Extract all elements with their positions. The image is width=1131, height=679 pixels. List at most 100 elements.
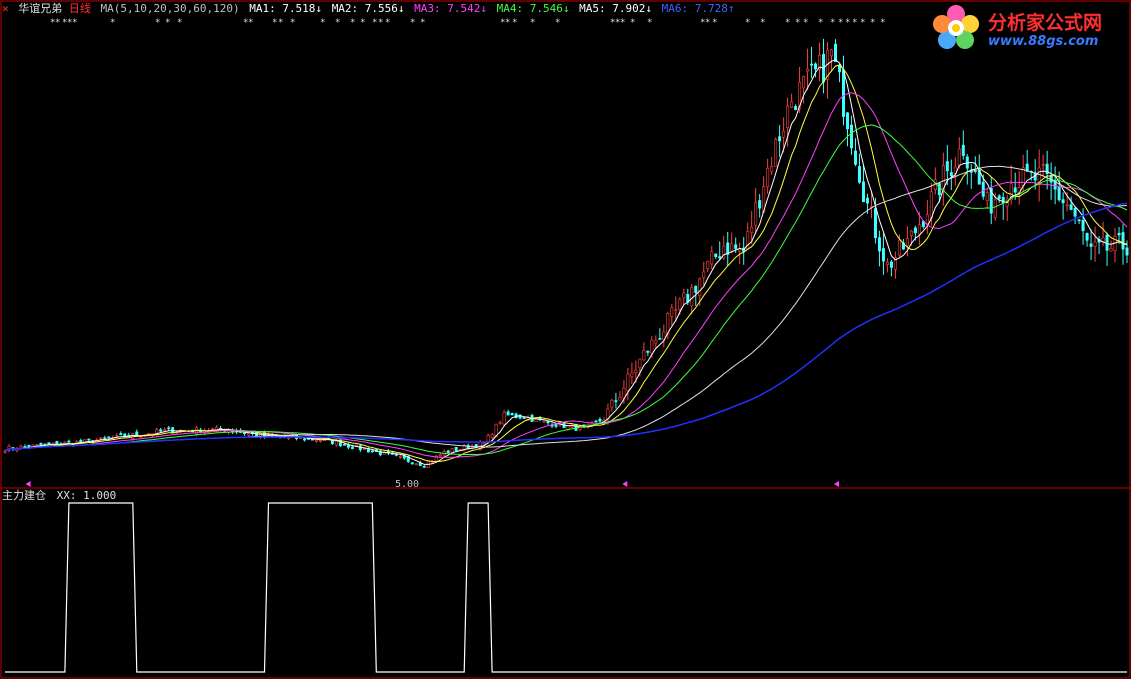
candle-body [79, 439, 83, 443]
candle-body [646, 350, 650, 353]
candle-body [730, 243, 734, 252]
candle-body [674, 309, 678, 311]
candle-body [510, 412, 514, 416]
candle-body [1069, 204, 1073, 210]
candle-body [853, 150, 857, 165]
signal-star: * [410, 18, 415, 28]
ma6-value: MA6: 7.728↑ [661, 2, 735, 15]
candle-body [119, 433, 123, 436]
candle-body [961, 144, 965, 156]
candle-body [658, 338, 662, 340]
candle-body [99, 437, 103, 439]
candle-body [810, 63, 814, 66]
candle-body [446, 450, 450, 454]
candle-body [1061, 199, 1065, 204]
candle-body [1041, 164, 1045, 166]
candle-body [638, 358, 642, 369]
close-icon[interactable]: ✕ [2, 2, 9, 15]
candle-body [438, 454, 442, 457]
candle-body [981, 181, 985, 197]
candle-body [370, 450, 374, 453]
signal-star: * [155, 18, 160, 28]
candle-body [881, 248, 885, 262]
candle-body [83, 439, 87, 443]
signal-star: * [818, 18, 823, 28]
candle-body [913, 227, 917, 234]
candle-body [334, 440, 338, 446]
candle-body [498, 422, 502, 424]
candle-body [758, 200, 762, 209]
signal-star: * [177, 18, 182, 28]
candle-body [997, 195, 1001, 199]
candle-body [1065, 204, 1069, 207]
candle-body [885, 261, 889, 265]
candle-body [410, 462, 414, 465]
ma4-value: MA4: 7.546↓ [496, 2, 570, 15]
signal-star: * [830, 18, 835, 28]
candle-body [1117, 232, 1121, 236]
signal-star: * [272, 18, 277, 28]
candle-body [929, 191, 933, 219]
candle-body [670, 307, 674, 317]
candle-body [802, 76, 806, 89]
candle-body [626, 373, 630, 391]
period-label: 日线 [68, 2, 91, 15]
low-price-label: 5.00 [395, 479, 419, 490]
candle-body [502, 412, 506, 425]
candle-body [845, 112, 849, 130]
candle-body [522, 417, 526, 419]
signal-star: * [165, 18, 170, 28]
candle-body [857, 166, 861, 183]
candle-body [642, 350, 646, 361]
site-logo: 分析家公式网 www.88gs.com [930, 2, 1126, 54]
signal-star: * [505, 18, 510, 28]
candle-body [754, 202, 758, 226]
candle-body [1125, 247, 1129, 256]
candle-body [698, 278, 702, 296]
signal-star: * [378, 18, 383, 28]
candle-body [690, 286, 694, 307]
signal-star: * [647, 18, 652, 28]
stock-name: 华谊兄弟 [18, 2, 63, 15]
ma-params: MA(5,10,20,30,60,120) [100, 2, 240, 15]
flower-logo-icon [933, 5, 979, 49]
ma5-line [4, 165, 1128, 452]
signal-star: * [530, 18, 535, 28]
signal-star: * [385, 18, 390, 28]
signal-star: * [852, 18, 857, 28]
logo-url: www.88gs.com [988, 34, 1099, 49]
candle-body [694, 285, 698, 293]
logo-title: 分析家公式网 [988, 12, 1103, 34]
signal-star: * [845, 18, 850, 28]
candle-body [163, 429, 167, 432]
signal-star: * [555, 18, 560, 28]
candle-body [87, 438, 91, 441]
candle-body [107, 436, 111, 439]
signal-star: * [630, 18, 635, 28]
candle-body [1057, 187, 1061, 201]
candle-body [778, 136, 782, 142]
candle-body [318, 439, 322, 442]
signal-star: * [745, 18, 750, 28]
candle-body [830, 49, 834, 57]
candle-body [650, 339, 654, 354]
candle-body [766, 167, 770, 187]
ma-lines-group [4, 59, 1128, 465]
candle-body [506, 411, 510, 416]
ma3-value: MA3: 7.542↓ [414, 2, 488, 15]
candle-body [614, 400, 618, 402]
candle-body [925, 214, 929, 224]
signal-star: * [110, 18, 115, 28]
candle-body [949, 172, 953, 177]
candle-body [422, 466, 426, 468]
candle-body [634, 369, 638, 374]
marker-group [25, 481, 839, 487]
signal-star: * [360, 18, 365, 28]
candle-body [985, 192, 989, 202]
candle-body [1081, 219, 1085, 232]
signal-star: * [795, 18, 800, 28]
ma6-line [4, 202, 1128, 452]
signal-star: * [248, 18, 253, 28]
signal-star: * [55, 18, 60, 28]
signal-star: * [860, 18, 865, 28]
